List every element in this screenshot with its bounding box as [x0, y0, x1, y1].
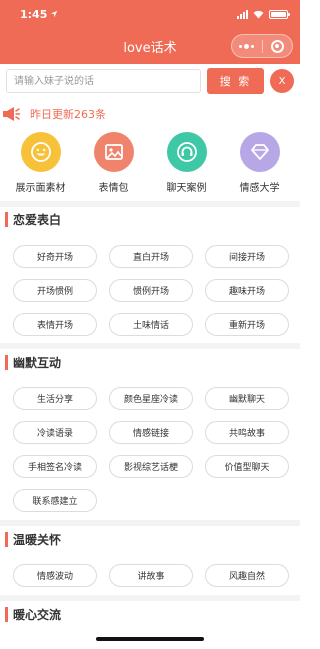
section-header: 温暖关怀 — [0, 528, 300, 550]
section-title: 幽默互动 — [13, 355, 62, 370]
tag-button[interactable]: 表情开场 — [13, 313, 97, 336]
feature-circle — [239, 132, 280, 172]
clock: 1:45 — [20, 7, 48, 21]
tag-button[interactable]: 生活分享 — [13, 387, 97, 410]
tag-button[interactable]: 惯例开场 — [109, 279, 193, 302]
divider — [0, 343, 300, 349]
home-indicator[interactable] — [96, 637, 204, 641]
section-accent-bar — [5, 354, 8, 370]
image-icon — [104, 144, 123, 160]
divider — [0, 595, 300, 601]
tag-button[interactable]: 幽默聊天 — [205, 387, 289, 410]
section-header: 暖心交流 — [0, 603, 300, 625]
tag-button[interactable]: 冷读语录 — [13, 421, 97, 444]
tag-grid: 好奇开场 直白开场 间接开场 开场惯例 惯例开场 趣味开场 表情开场 土味情话 … — [0, 245, 300, 336]
search-input[interactable] — [6, 69, 201, 93]
tag-button[interactable]: 讲故事 — [109, 564, 193, 587]
tag-button[interactable]: 直白开场 — [109, 245, 193, 268]
tag-button[interactable]: 重新开场 — [205, 313, 289, 336]
tag-button[interactable]: 情感波动 — [13, 564, 97, 587]
tag-grid: 情感波动 讲故事 风趣自然 — [0, 564, 300, 587]
tag-button[interactable]: 影视综艺话梗 — [109, 455, 193, 478]
search-button[interactable]: 搜 索 — [207, 68, 264, 94]
location-arrow-icon — [51, 10, 58, 18]
tag-button[interactable]: 联系感建立 — [13, 489, 97, 512]
section-accent-bar — [5, 531, 8, 547]
section-humor-interaction: 幽默互动 生活分享 颜色星座冷读 幽默聊天 冷读语录 情感链接 共鸣故事 手相签… — [0, 351, 300, 512]
tag-button[interactable]: 好奇开场 — [13, 245, 97, 268]
divider — [0, 520, 300, 526]
battery-icon — [269, 9, 290, 19]
tag-button[interactable]: 间接开场 — [205, 245, 289, 268]
tag-button[interactable]: 手相签名冷读 — [13, 455, 97, 478]
smiley-icon — [30, 142, 51, 162]
feature-label: 展示面素材 — [15, 183, 66, 194]
feature-label: 情感大学 — [239, 183, 280, 194]
megaphone-icon — [3, 107, 20, 121]
feature-emotion-university[interactable]: 情感大学 — [227, 132, 293, 194]
tag-button[interactable]: 开场惯例 — [13, 279, 97, 302]
section-warm-care: 温暖关怀 情感波动 讲故事 风趣自然 — [0, 528, 300, 587]
tag-button[interactable]: 情感链接 — [109, 421, 193, 444]
more-menu-icon[interactable] — [232, 43, 262, 49]
feature-chat-cases[interactable]: 聊天案例 — [154, 132, 220, 194]
section-title: 暖心交流 — [13, 607, 62, 622]
tag-button[interactable]: 共鸣故事 — [205, 421, 289, 444]
section-heartwarming-exchange: 暖心交流 — [0, 603, 300, 625]
section-love-confession: 恋爱表白 好奇开场 直白开场 间接开场 开场惯例 惯例开场 趣味开场 表情开场 … — [0, 208, 300, 336]
section-header: 恋爱表白 — [0, 208, 300, 230]
feature-label: 表情包 — [98, 183, 129, 194]
feature-circle — [20, 132, 61, 172]
section-accent-bar — [5, 211, 8, 227]
close-miniprogram-icon[interactable] — [263, 39, 293, 53]
update-text: 昨日更新263条 — [30, 108, 106, 121]
status-bar: 1:45 — [0, 0, 300, 28]
section-title: 温暖关怀 — [13, 532, 62, 547]
section-header: 幽默互动 — [0, 351, 300, 373]
tag-button[interactable]: 趣味开场 — [205, 279, 289, 302]
clear-button[interactable]: X — [270, 69, 294, 93]
tag-button[interactable]: 土味情话 — [109, 313, 193, 336]
divider — [0, 201, 300, 207]
nav-bar: love话术 — [0, 28, 300, 64]
feature-label: 聊天案例 — [166, 183, 207, 194]
wifi-icon — [253, 10, 264, 19]
feature-circle — [93, 132, 134, 172]
search-bar: 搜 索 X — [0, 64, 300, 98]
section-accent-bar — [5, 606, 8, 622]
diamond-icon — [250, 144, 269, 160]
app-title: love话术 — [123, 40, 177, 56]
system-icons — [237, 9, 290, 19]
cellular-signal-icon — [237, 9, 248, 19]
section-title: 恋爱表白 — [13, 212, 62, 227]
miniprogram-capsule — [231, 34, 293, 58]
feature-row: 展示面素材 表情包 聊天案例 情感大学 — [0, 132, 300, 194]
feature-sticker-pack[interactable]: 表情包 — [81, 132, 147, 194]
headphones-icon — [176, 142, 197, 162]
feature-showcase-material[interactable]: 展示面素材 — [8, 132, 74, 194]
feature-circle — [166, 132, 207, 172]
status-time: 1:45 — [20, 8, 58, 21]
update-notice: 昨日更新263条 — [0, 102, 300, 126]
tag-grid: 生活分享 颜色星座冷读 幽默聊天 冷读语录 情感链接 共鸣故事 手相签名冷读 影… — [0, 387, 300, 512]
tag-button[interactable]: 价值型聊天 — [205, 455, 289, 478]
tag-button[interactable]: 颜色星座冷读 — [109, 387, 193, 410]
tag-button[interactable]: 风趣自然 — [205, 564, 289, 587]
